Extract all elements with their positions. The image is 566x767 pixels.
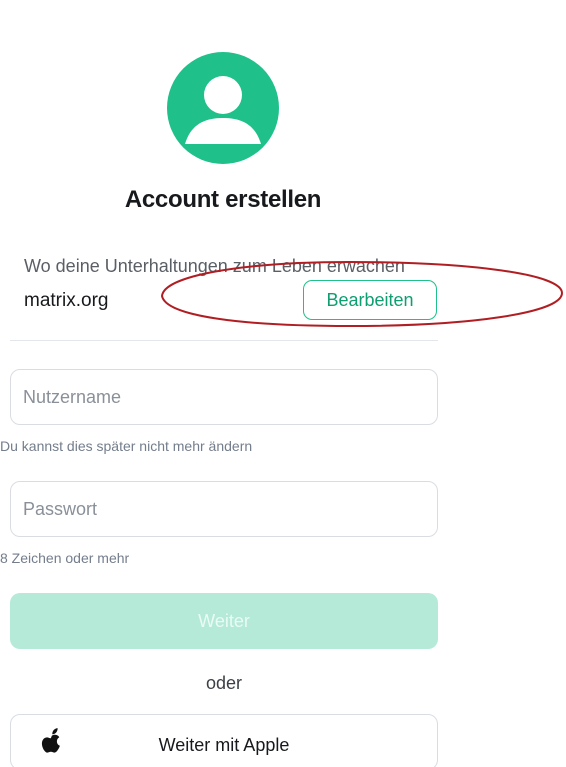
edit-server-button[interactable]: Bearbeiten	[303, 280, 437, 320]
server-description: Wo deine Unterhaltungen zum Leben erwach…	[24, 256, 405, 276]
server-name: matrix.org	[24, 290, 109, 311]
section-divider	[10, 340, 438, 341]
password-input[interactable]	[10, 481, 438, 537]
or-separator-label: oder	[205, 673, 243, 693]
continue-with-apple-button[interactable]: Weiter mit Apple	[10, 714, 438, 767]
create-account-screen: Account erstellen Wo deine Unterhaltunge…	[0, 0, 566, 767]
username-helper-text: Du kannst dies später nicht mehr ändern	[0, 438, 253, 454]
user-avatar-icon-graphic	[185, 76, 261, 144]
username-input[interactable]	[10, 369, 438, 425]
continue-button[interactable]: Weiter	[10, 593, 438, 649]
user-avatar-icon	[167, 52, 279, 164]
page-title: Account erstellen	[124, 186, 322, 213]
continue-with-apple-label: Weiter mit Apple	[158, 735, 290, 755]
password-helper-text: 8 Zeichen oder mehr	[0, 550, 130, 566]
